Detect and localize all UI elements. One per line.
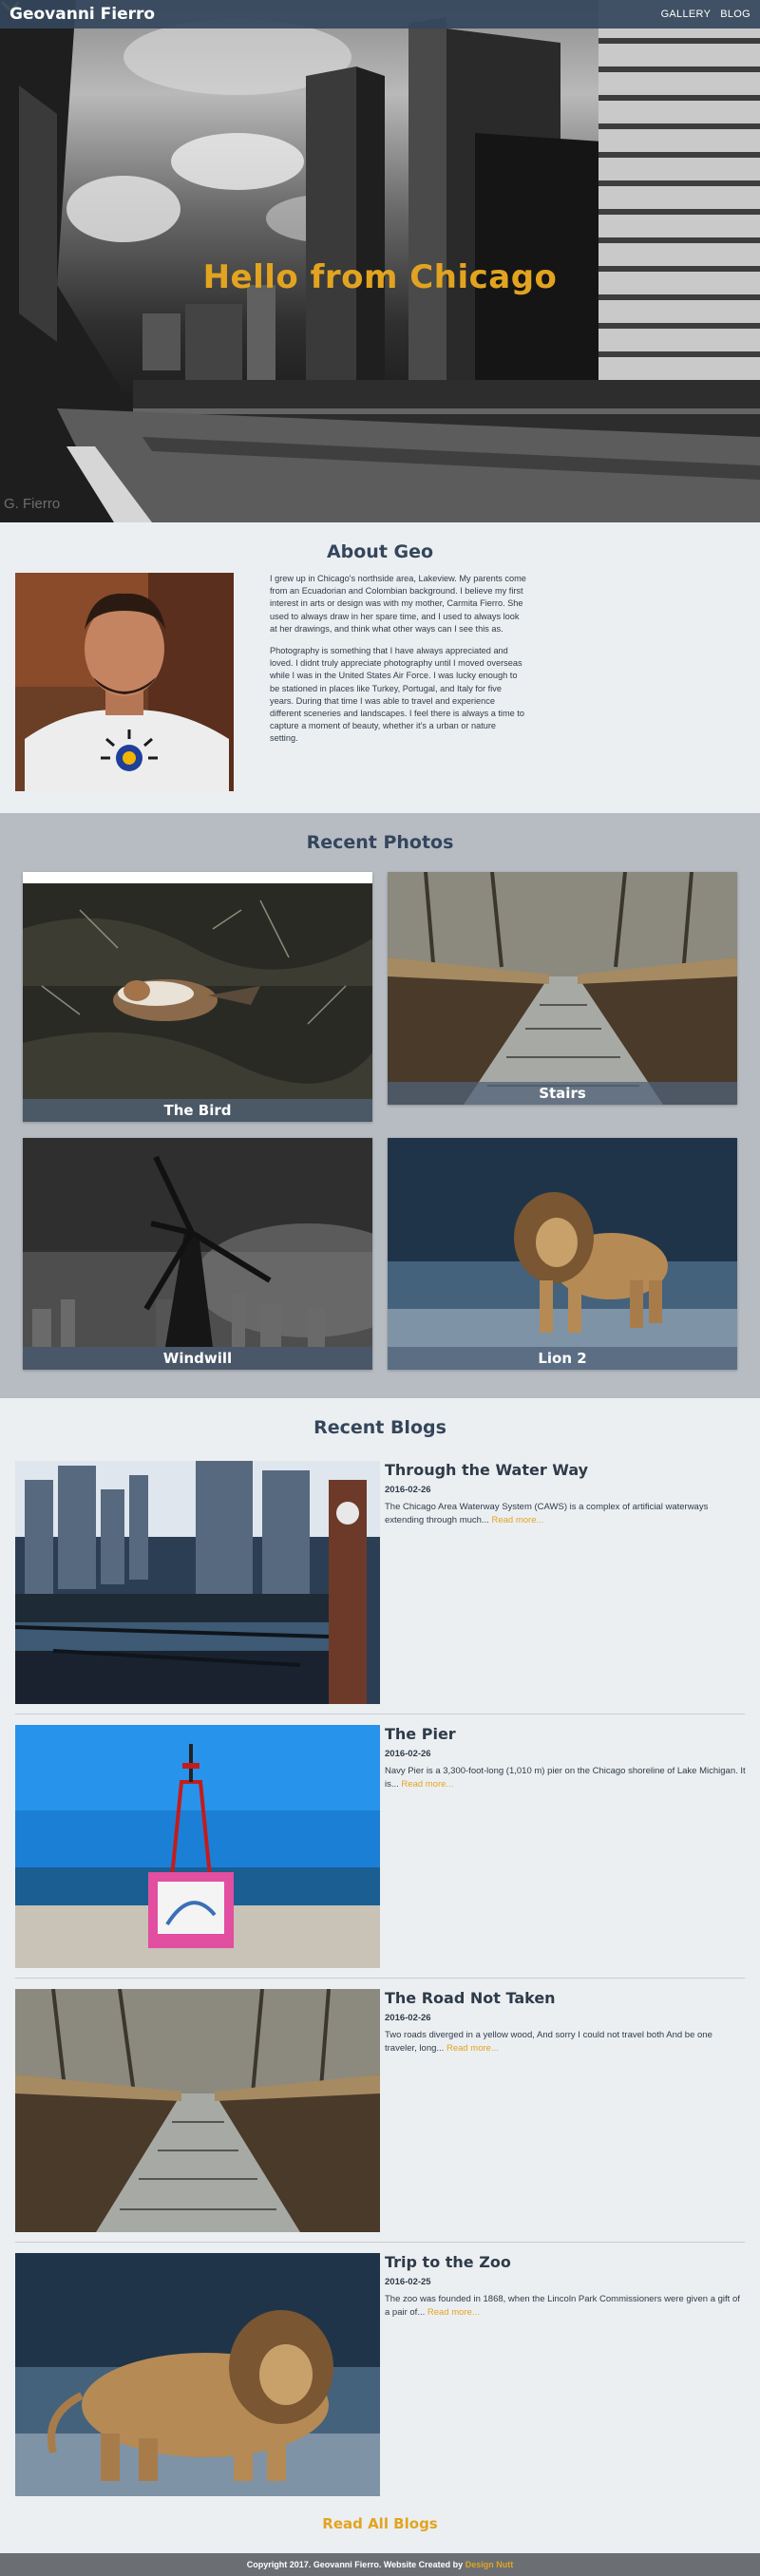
windmill-photo	[23, 1138, 372, 1370]
footer: Copyright 2017. Geovanni Fierro. Website…	[0, 2553, 760, 2576]
blog-post: The Pier 2016-02-26 Navy Pier is a 3,300…	[15, 1725, 746, 1968]
read-more-link[interactable]: Read more...	[492, 1515, 544, 1525]
photo-caption: The Bird	[23, 1099, 372, 1122]
profile-photo	[15, 573, 234, 791]
about-paragraph: I grew up in Chicago's northside area, L…	[270, 574, 526, 634]
photo-caption: Stairs	[388, 1082, 737, 1105]
blog-image[interactable]	[15, 1461, 380, 1704]
blog-image[interactable]	[15, 2253, 380, 2496]
photo-card-bird[interactable]: The Bird	[23, 872, 372, 1122]
about-section: About Geo I grew up in Chicago's northsi…	[0, 522, 760, 813]
blog-post: The Road Not Taken 2016-02-26 Two roads …	[15, 1989, 745, 2232]
lion-photo	[388, 1138, 737, 1370]
nav-link-blog[interactable]: BLOG	[720, 9, 750, 20]
site-brand[interactable]: Geovanni Fierro	[10, 5, 155, 24]
about-paragraph: Photography is something that I have alw…	[270, 646, 524, 744]
blog-date: 2016-02-26	[385, 2013, 431, 2023]
read-more-link[interactable]: Read more...	[401, 1779, 453, 1790]
nav-link-gallery[interactable]: GALLERY	[661, 9, 712, 20]
about-title: About Geo	[326, 541, 434, 562]
read-all-blogs-link[interactable]: Read All Blogs	[0, 2515, 760, 2532]
photo-caption: Lion 2	[388, 1347, 737, 1370]
blog-divider	[15, 2242, 745, 2243]
blog-divider	[15, 1978, 745, 1979]
blog-post: Through the Water Way 2016-02-26 The Chi…	[15, 1461, 745, 1704]
read-more-link[interactable]: Read more...	[428, 2307, 480, 2318]
about-bio: I grew up in Chicago's northside area, L…	[270, 573, 526, 755]
blog-body: Trip to the Zoo 2016-02-25 The zoo was f…	[385, 2253, 746, 2320]
recent-blogs-title: Recent Blogs	[314, 1417, 446, 1438]
blog-body: The Pier 2016-02-26 Navy Pier is a 3,300…	[385, 1725, 746, 1791]
blog-excerpt: Navy Pier is a 3,300-foot-long (1,010 m)…	[385, 1765, 746, 1791]
nav-links: GALLERY BLOG	[661, 9, 750, 20]
hero-title: Hello from Chicago	[202, 258, 558, 296]
blog-excerpt-text: The Chicago Area Waterway System (CAWS) …	[385, 1502, 709, 1525]
blog-image[interactable]	[15, 1725, 380, 1968]
blog-image[interactable]	[15, 1989, 380, 2232]
blog-title[interactable]: Through the Water Way	[385, 1461, 746, 1480]
hero-watermark: G. Fierro	[4, 496, 61, 512]
stairs-photo	[388, 872, 737, 1105]
blog-date: 2016-02-26	[385, 1485, 431, 1495]
read-more-link[interactable]: Read more...	[446, 2043, 499, 2054]
footer-copyright: Copyright 2017. Geovanni Fierro. Website…	[246, 2560, 464, 2569]
blog-post: Trip to the Zoo 2016-02-25 The zoo was f…	[15, 2253, 745, 2496]
blog-body: Through the Water Way 2016-02-26 The Chi…	[385, 1461, 746, 1527]
photo-card-windwill[interactable]: Windwill	[23, 1138, 372, 1370]
blog-excerpt: The Chicago Area Waterway System (CAWS) …	[385, 1501, 746, 1527]
recent-photos-section: Recent Photos The Bird Stairs Windwill L…	[0, 813, 760, 1398]
blog-body: The Road Not Taken 2016-02-26 Two roads …	[385, 1989, 746, 2055]
photo-card-lion-2[interactable]: Lion 2	[388, 1138, 737, 1370]
blog-date: 2016-02-26	[385, 1749, 431, 1759]
top-navbar: Geovanni Fierro GALLERY BLOG	[0, 0, 760, 28]
blog-title[interactable]: The Pier	[385, 1725, 746, 1744]
recent-blogs-section: Recent Blogs Through the Water Way 2016-…	[0, 1398, 760, 2553]
recent-photos-title: Recent Photos	[306, 832, 454, 853]
blog-excerpt: Two roads diverged in a yellow wood, And…	[385, 2029, 746, 2055]
blog-excerpt: The zoo was founded in 1868, when the Li…	[385, 2293, 746, 2320]
blog-excerpt-text: Two roads diverged in a yellow wood, And…	[385, 2030, 712, 2054]
bird-photo	[23, 872, 372, 1122]
blog-date: 2016-02-25	[385, 2277, 431, 2287]
hero-banner: Hello from Chicago G. Fierro	[0, 0, 760, 522]
photo-card-stairs[interactable]: Stairs	[388, 872, 737, 1105]
footer-credit-link[interactable]: Design Nutt	[466, 2560, 514, 2569]
blog-title[interactable]: The Road Not Taken	[385, 1989, 746, 2008]
photo-caption: Windwill	[23, 1347, 372, 1370]
blog-title[interactable]: Trip to the Zoo	[385, 2253, 746, 2272]
